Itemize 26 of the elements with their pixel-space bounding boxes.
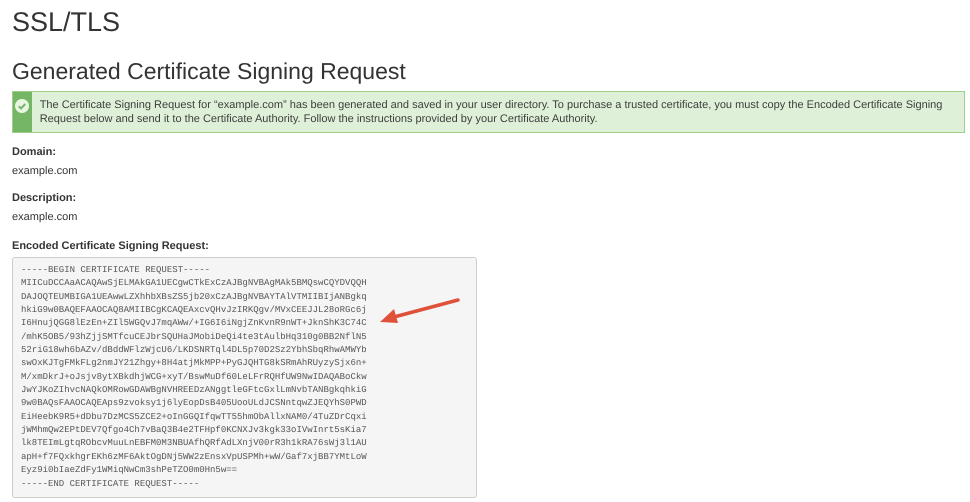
field-label: Encoded Certificate Signing Request: [12,239,209,254]
csr-line: DAJOQTEUMBIGA1UEAwwLZXhhbXBsZS5jb20xCzAJBgNVBAYTAlVTMIIBIjANBgkq [21,290,367,304]
csr-line: hkiG9w0BAQEFAAOCAQ8AMIIBCgKCAQEAxcvQHvJzIRKQgv/MVxCEEJJL28oRGc6j [21,304,367,318]
csr-line: jWMhmQw2EPtDEV7Qfgo4Ch7vBaQ3B4e2TFHpf0KCNXJv3kgk33oIVwInrt5sKia7 [21,424,367,438]
field-value: example.com [12,164,78,179]
page-title: SSL/TLS [12,6,122,39]
field-label: Description: [12,191,78,206]
csr-line: EiHeebK9R5+dDbu7DzMCS5ZCE2+oInGGQIfqwTT55hmObAllxNAM0/4TuZDrCqxi [21,410,367,424]
csr-text-box[interactable] [12,257,477,498]
csr-line: JwYJKoZIhvcNAQkOMRowGDAWBgNVHREEDzANggtleGFtcGxlLmNvbTANBgkqhkiG [21,384,367,398]
csr-line: 9w0BAQsFAAOCAQEAps9zvoksy1j6lyEopDsB405UooULdJCSNntqwZJEQYhS0PWD [21,397,367,410]
csr-line: swOxKJTgFMkFLg2nmJY21Zhgy+8H4atjMkMPP+PyGJQHTG8kSRmAhRUyzySjx6n+ [21,357,367,370]
csr-line: I6HnujQGG8lEzEn+ZIl5WGQvJ7mqAWw/+IG6I6iNgjZnKvnR9nWT+JknShK3C74C [21,317,367,330]
csr-line: -----BEGIN CERTIFICATE REQUEST----- [21,264,210,277]
field-value: example.com [12,210,78,225]
csr-line: lk8TEImLgtqRObcvMuuLnEBFM0M3NBUAfhQRfAdLXnjV00rR3h1kRA76sWj3l1AU [21,437,367,450]
field-label: Domain: [12,145,57,160]
csr-line: /mhK5OB5/93hZjjSMTfcuCEJbrSQUHaJMobiDeQi4te3tAulbHq310g0BB2NflN5 [21,330,367,344]
csr-line: -----END CERTIFICATE REQUEST----- [21,478,200,490]
csr-line: 52riG18wh6bAZv/dBddWFlzWjcU6/LKDSNRTql4DL5p70D2Sz2YbhSbqRhwAMWYb [21,344,367,358]
csr-line: apH+f7FQxkhgrEKh6zMF6AktOgDNj5WW2zEnsxVpUSPMh+wW/Gaf7xjBB7YMtLoW [21,450,367,464]
csr-line: Eyz9i0bIaeZdFy1WMiqNwCm3shPeTZO0m0Hn5w== [21,464,238,478]
csr-line: M/xmDkrJ+oJsjv8ytXBkdhjWCG+xyT/BswMuDf60LeLFrRQHfUW9NwIDAQABoCkw [21,370,367,384]
csr-line: MIICuDCCAaACAQAwSjELMAkGA1UECgwCTkExCzAJBgNVBAgMAk5BMQswCQYDVQQH [21,277,367,290]
alert-message: The Certificate Signing Request for “example.com” has been generated and saved in your user directory. To purchase a trusted certificate, you must copy the Encoded Certificate Signing Request below and send it to the Certificate Authority. Follow the instructions provided by your Certificate Authority. [38,98,944,127]
section-heading: Generated Certificate Signing Request [12,57,407,85]
